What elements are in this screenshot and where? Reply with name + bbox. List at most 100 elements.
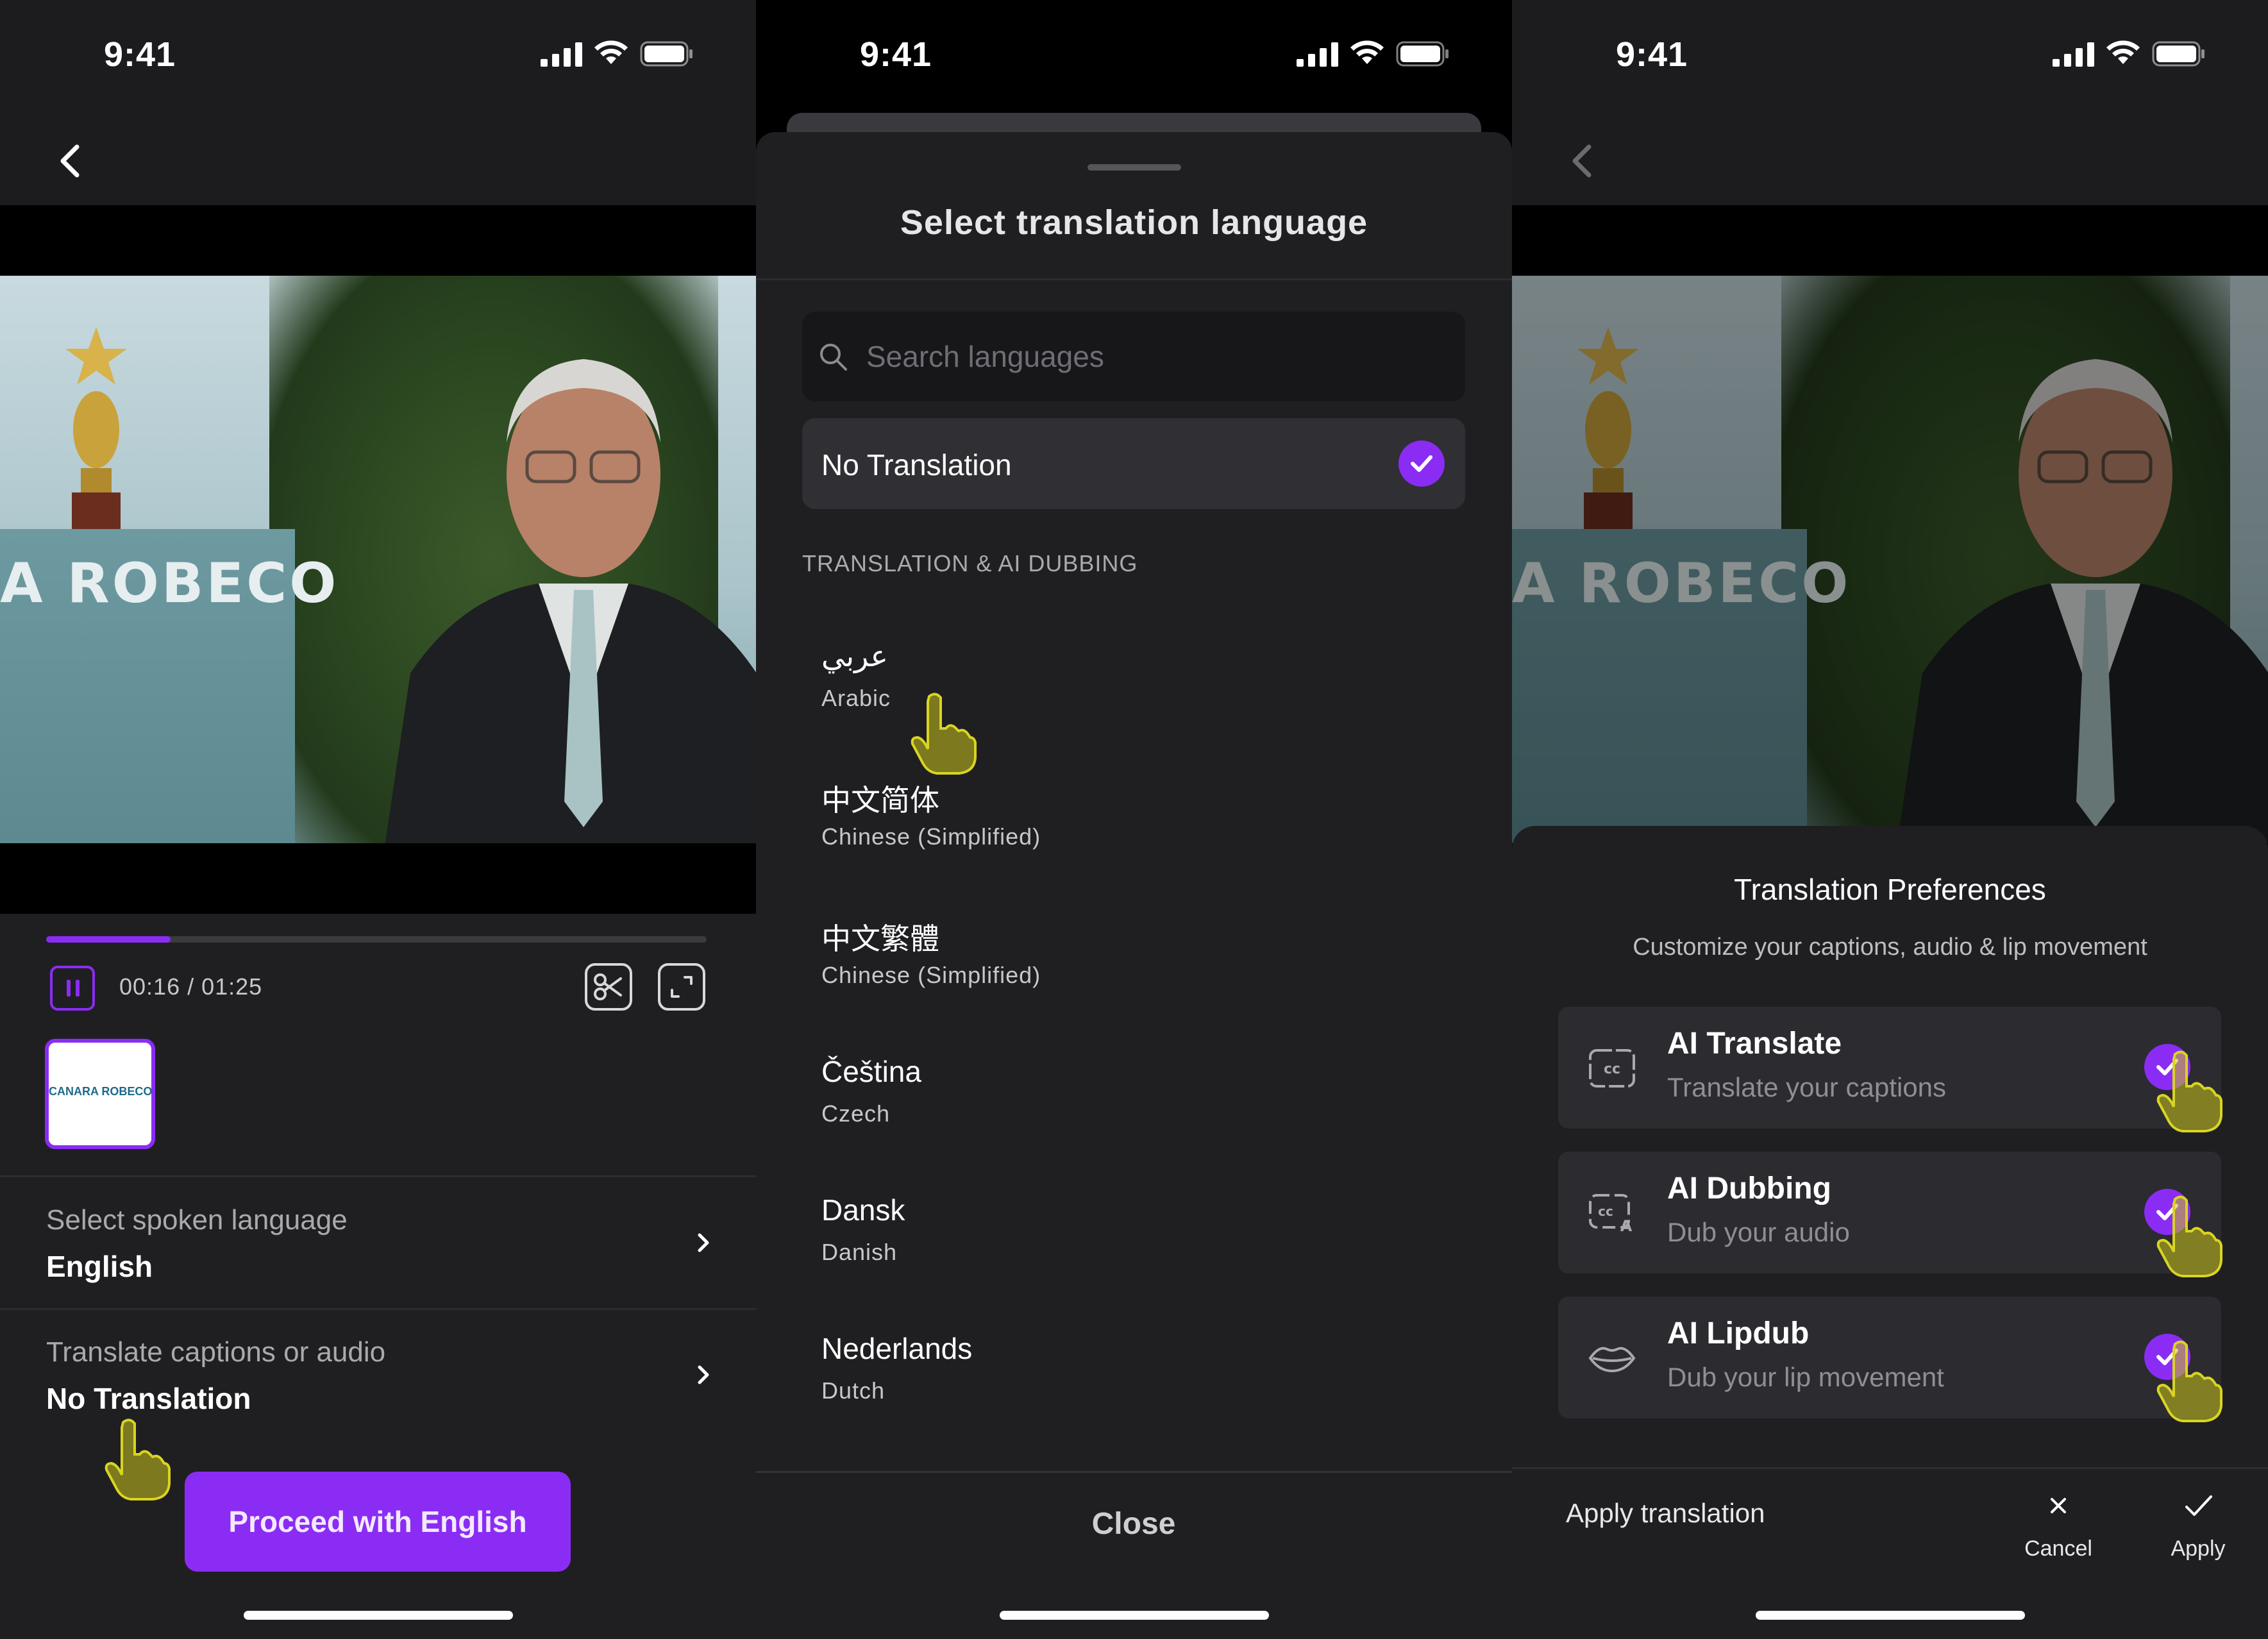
language-native-name: 中文繁體 xyxy=(821,922,939,955)
status-bar: 9:41 xyxy=(1512,0,2268,112)
signal-icon xyxy=(541,42,582,67)
language-item-danish[interactable]: Dansk Danish xyxy=(802,1193,1465,1315)
divider xyxy=(756,1471,1512,1473)
timecode: 00:16 / 01:25 xyxy=(119,973,263,1000)
translation-preferences-screen: 9:41 A ROBECO Translation Preferences Cu… xyxy=(1512,0,2268,1639)
progress-bar[interactable] xyxy=(46,936,707,943)
back-icon[interactable] xyxy=(51,138,90,184)
home-indicator xyxy=(244,1611,513,1620)
trim-button[interactable] xyxy=(585,963,632,1011)
spoken-language-label: Select spoken language xyxy=(46,1204,348,1236)
signal-icon xyxy=(1297,42,1338,67)
close-button[interactable]: Close xyxy=(1005,1485,1262,1562)
apply-button[interactable]: Apply xyxy=(2153,1484,2243,1567)
nav-bar xyxy=(0,112,756,205)
fullscreen-button[interactable] xyxy=(658,963,705,1011)
scissors-icon xyxy=(594,973,622,1000)
language-sheet: Select translation language No Translati… xyxy=(756,132,1512,1639)
language-native-name: Dansk xyxy=(821,1193,905,1227)
sheet-grabber[interactable] xyxy=(1088,164,1181,171)
video-settings-screen: 9:41 A ROBECO 00:16 / 01:25 CANARA ROBEC… xyxy=(0,0,756,1639)
video-thumbnail[interactable]: CANARA ROBECO xyxy=(45,1039,155,1149)
speaker-image xyxy=(1897,359,2268,843)
language-english-name: Arabic xyxy=(821,685,891,711)
language-english-name: Dutch xyxy=(821,1377,886,1404)
search-input[interactable] xyxy=(866,335,1443,378)
speaker-image xyxy=(385,359,756,843)
preferences-subtitle: Customize your captions, audio & lip mov… xyxy=(1633,934,2147,961)
pointer-hand-icon xyxy=(2156,1340,2222,1422)
option-subtitle: Dub your audio xyxy=(1667,1217,1850,1247)
preferences-sheet: Translation Preferences Customize your c… xyxy=(1512,826,2268,1639)
progress-fill xyxy=(46,936,171,943)
lips-icon xyxy=(1588,1347,1636,1373)
option-ai-translate[interactable]: cc AI Translate Translate your captions xyxy=(1558,1007,2221,1129)
check-icon xyxy=(1399,441,1445,487)
trophy-image xyxy=(1577,327,1639,531)
svg-text:cc: cc xyxy=(1598,1204,1613,1219)
pointer-hand-icon xyxy=(105,1418,171,1500)
pointer-hand-icon xyxy=(911,693,977,775)
signal-icon xyxy=(2053,42,2094,67)
divider xyxy=(756,278,1512,280)
divider xyxy=(0,1308,756,1310)
language-item-chinese-simplified[interactable]: 中文简体 Chinese (Simplified) xyxy=(802,777,1465,899)
apply-label: Apply xyxy=(2171,1536,2226,1561)
language-item-arabic[interactable]: عربي Arabic xyxy=(802,639,1465,761)
status-time: 9:41 xyxy=(860,35,932,74)
captions-icon: cc xyxy=(1589,1049,1635,1088)
brand-sign: A ROBECO xyxy=(0,551,339,616)
close-icon xyxy=(2051,1498,2066,1513)
option-ai-dubbing[interactable]: cc A AI Dubbing Dub your audio xyxy=(1558,1152,2221,1273)
translate-label: Translate captions or audio xyxy=(46,1336,386,1368)
thumbnail-text: CANARA ROBECO xyxy=(49,1085,153,1098)
pointer-hand-icon xyxy=(2156,1050,2222,1132)
wifi-icon xyxy=(1350,40,1384,64)
language-select-screen: 9:41 Select translation language No Tran… xyxy=(756,0,1512,1639)
svg-text:A: A xyxy=(1620,1217,1633,1235)
divider xyxy=(1512,1467,2268,1469)
svg-text:cc: cc xyxy=(1604,1061,1620,1077)
option-ai-lipdub[interactable]: AI Lipdub Dub your lip movement xyxy=(1558,1297,2221,1418)
language-native-name: 中文简体 xyxy=(821,784,939,817)
cancel-button[interactable]: Cancel xyxy=(2013,1484,2103,1567)
status-bar: 9:41 xyxy=(756,0,1512,112)
no-translation-option[interactable]: No Translation xyxy=(802,418,1465,509)
translate-value[interactable]: No Translation xyxy=(46,1381,251,1416)
search-icon xyxy=(820,344,847,371)
option-title: AI Lipdub xyxy=(1667,1316,1810,1350)
chevron-right-icon[interactable] xyxy=(694,1230,713,1256)
battery-icon xyxy=(2152,41,2205,67)
video-player[interactable]: A ROBECO xyxy=(0,205,756,914)
language-english-name: Chinese (Simplified) xyxy=(821,823,1041,850)
language-item-czech[interactable]: Čeština Czech xyxy=(802,1054,1465,1176)
language-native-name: عربي xyxy=(821,639,888,673)
no-translation-label: No Translation xyxy=(821,448,1012,482)
checkmark-icon xyxy=(2185,1495,2212,1516)
language-english-name: Chinese (Simplified) xyxy=(821,962,1041,988)
status-time: 9:41 xyxy=(104,35,176,74)
spoken-language-value[interactable]: English xyxy=(46,1249,153,1284)
option-title: AI Dubbing xyxy=(1667,1172,1831,1206)
trophy-image xyxy=(65,327,127,531)
cancel-label: Cancel xyxy=(2024,1536,2092,1561)
home-indicator xyxy=(1000,1611,1269,1620)
preferences-title: Translation Preferences xyxy=(1734,873,2046,906)
video-player: A ROBECO xyxy=(1512,205,2268,914)
pause-button[interactable] xyxy=(50,966,95,1011)
back-icon[interactable] xyxy=(1563,138,1602,184)
dubbing-icon: cc A xyxy=(1589,1194,1633,1235)
status-time: 9:41 xyxy=(1616,35,1688,74)
proceed-button[interactable]: Proceed with English xyxy=(185,1472,571,1572)
language-item-dutch[interactable]: Nederlands Dutch xyxy=(802,1331,1465,1453)
status-bar: 9:41 xyxy=(0,0,756,112)
expand-icon xyxy=(671,976,693,998)
language-item-chinese-traditional[interactable]: 中文繁體 Chinese (Simplified) xyxy=(802,916,1465,1038)
search-box[interactable] xyxy=(802,312,1465,401)
language-english-name: Danish xyxy=(821,1239,898,1265)
language-english-name: Czech xyxy=(821,1100,891,1127)
option-subtitle: Dub your lip movement xyxy=(1667,1362,1944,1392)
chevron-right-icon[interactable] xyxy=(694,1362,713,1388)
video-frame: A ROBECO xyxy=(0,276,756,843)
apply-translation-label: Apply translation xyxy=(1566,1498,1765,1528)
